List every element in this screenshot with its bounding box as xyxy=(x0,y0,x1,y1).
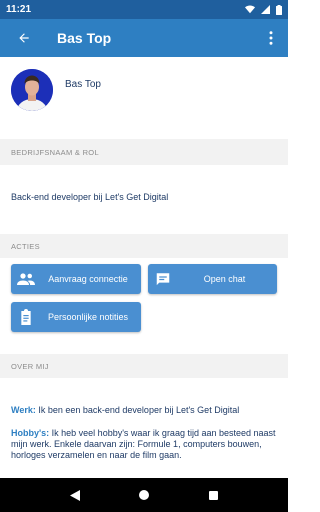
open-chat-button[interactable]: Open chat xyxy=(148,264,277,294)
section-header-company: BEDRIJFSNAAM & ROL xyxy=(0,139,288,165)
work-value: Ik ben een back-end developer bij Let's … xyxy=(38,405,240,415)
avatar-image xyxy=(11,69,53,111)
avatar xyxy=(11,69,53,111)
more-vert-icon xyxy=(269,31,273,45)
battery-icon xyxy=(276,4,282,15)
hobby-value: Ik heb veel hobby's waar ik graag tijd a… xyxy=(11,428,276,460)
hobby-label: Hobby's: xyxy=(11,428,50,438)
system-icons xyxy=(245,4,282,15)
back-triangle-icon[interactable] xyxy=(69,489,80,501)
recents-square-icon[interactable] xyxy=(209,490,219,500)
open-chat-label: Open chat xyxy=(203,273,246,284)
app-bar: Bas Top xyxy=(0,19,288,57)
work-label: Werk: xyxy=(11,405,36,415)
about-hobbies: Hobby's: Ik heb veel hobby's waar ik gra… xyxy=(11,428,279,461)
page-title: Bas Top xyxy=(57,30,112,46)
people-icon xyxy=(11,273,41,285)
signal-icon xyxy=(261,5,270,14)
section-header-about: OVER MIJ xyxy=(0,354,288,378)
personal-notes-label: Persoonlijke notities xyxy=(47,311,129,322)
more-options-button[interactable] xyxy=(256,19,286,57)
wifi-icon xyxy=(245,5,255,14)
company-role: Back-end developer bij Let's Get Digital xyxy=(11,192,169,202)
section-header-actions: ACTIES xyxy=(0,234,288,258)
back-button[interactable] xyxy=(7,19,41,57)
personal-notes-button[interactable]: Persoonlijke notities xyxy=(11,302,141,332)
status-bar: 11:21 xyxy=(0,0,288,19)
about-work: Werk: Ik ben een back-end developer bij … xyxy=(11,405,279,416)
system-nav-bar xyxy=(0,478,288,512)
request-connection-label: Aanvraag connectie xyxy=(48,273,128,284)
status-time: 11:21 xyxy=(6,4,32,15)
chat-icon xyxy=(148,272,178,287)
arrow-back-icon xyxy=(19,33,29,43)
home-circle-icon[interactable] xyxy=(139,490,150,500)
profile-header: Bas Top xyxy=(0,57,288,126)
profile-name: Bas Top xyxy=(65,79,101,90)
request-connection-button[interactable]: Aanvraag connectie xyxy=(11,264,141,294)
clipboard-icon xyxy=(11,309,41,325)
